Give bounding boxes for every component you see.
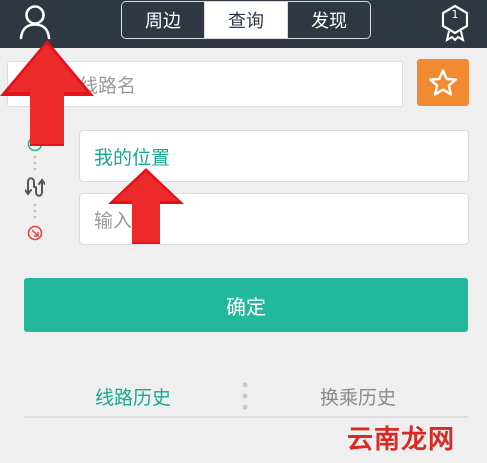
tab-query[interactable]: 查询 xyxy=(204,2,287,38)
confirm-label: 确定 xyxy=(226,294,266,319)
medal-icon[interactable]: 1 xyxy=(440,4,470,42)
origin-value: 我的位置 xyxy=(94,146,171,169)
star-icon xyxy=(429,68,457,96)
route-markers xyxy=(25,137,45,241)
destination-icon xyxy=(27,225,43,241)
favorite-button[interactable] xyxy=(417,59,469,106)
tab-nearby[interactable]: 周边 xyxy=(122,2,204,38)
tab-underline xyxy=(24,416,468,418)
app-screen: 周边 查询 发现 1 入线路名 我的位置 输入 点 确定 线路历史 换乘历史 云… xyxy=(0,0,487,463)
swap-icon xyxy=(25,177,45,197)
confirm-button[interactable]: 确定 xyxy=(24,278,468,332)
tab-line-history[interactable]: 线路历史 xyxy=(58,380,208,412)
tab-divider xyxy=(242,382,248,410)
annotation-arrow-user xyxy=(0,40,94,146)
annotation-arrow-origin xyxy=(108,168,184,244)
watermark-logo: 云南龙网 xyxy=(347,425,456,455)
medal-badge-number: 1 xyxy=(451,8,459,21)
segmented-tabs: 周边 查询 发现 xyxy=(121,1,371,39)
tab-discover[interactable]: 发现 xyxy=(287,2,370,38)
user-icon[interactable] xyxy=(18,4,52,40)
tab-transfer-history[interactable]: 换乘历史 xyxy=(283,380,433,412)
